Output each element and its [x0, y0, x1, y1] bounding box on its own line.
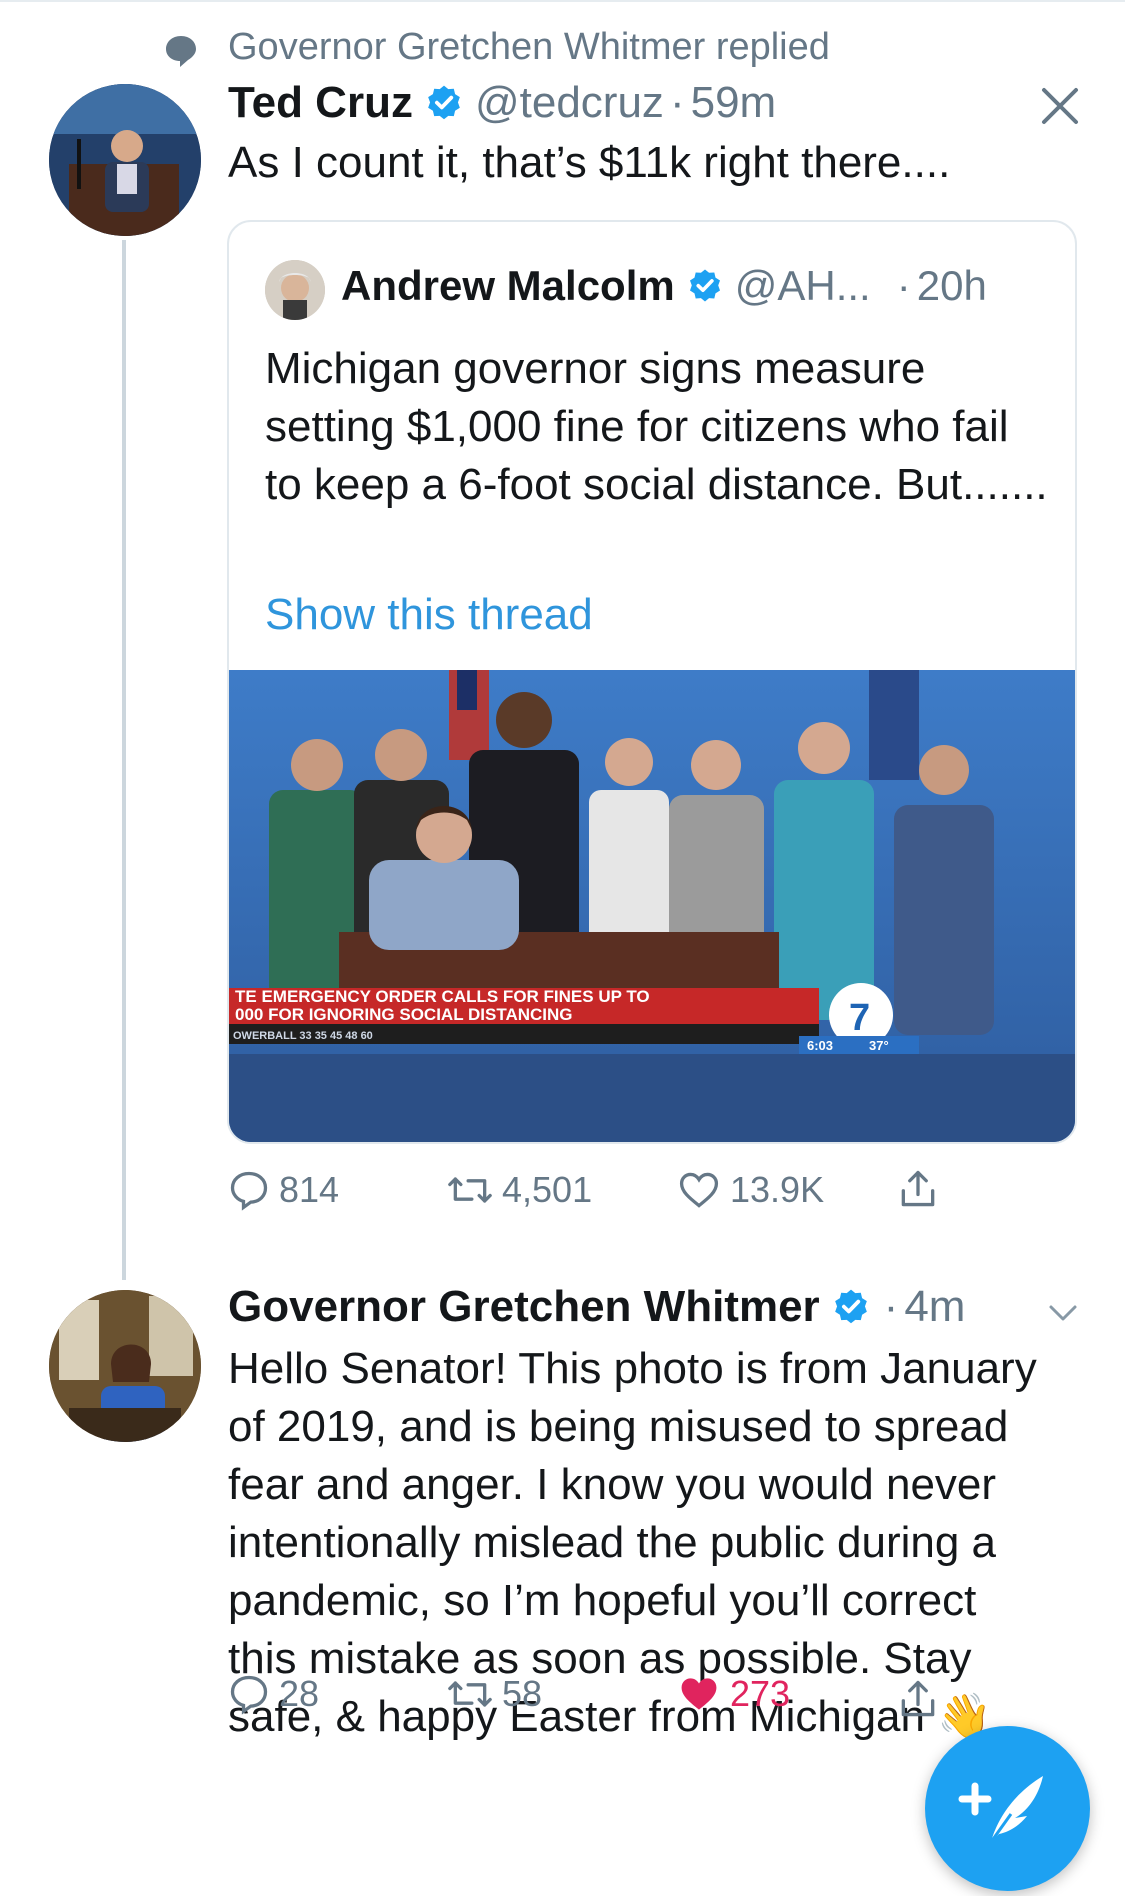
like-icon — [679, 1172, 719, 1208]
retweet-count: 4,501 — [502, 1169, 593, 1210]
author-name[interactable]: Ted Cruz — [228, 78, 413, 128]
avatar[interactable] — [49, 84, 201, 236]
tweet-time[interactable]: 59m — [691, 78, 777, 128]
like-count: 13.9K — [730, 1169, 825, 1210]
tweet-time[interactable]: 4m — [904, 1282, 965, 1332]
chyron-line-1: TE EMERGENCY ORDER CALLS FOR FINES UP TO — [235, 987, 650, 1006]
compose-tweet-button[interactable] — [925, 1726, 1090, 1891]
quoted-tweet-image[interactable]: TE EMERGENCY ORDER CALLS FOR FINES UP TO… — [229, 670, 1075, 1142]
quoted-author-name[interactable]: Andrew Malcolm — [341, 262, 675, 310]
retweet-button[interactable]: 58 — [446, 1672, 542, 1716]
quoted-tweet-time[interactable]: 20h — [917, 262, 987, 310]
separator-dot: · — [883, 1282, 899, 1331]
svg-text:7: 7 — [849, 997, 870, 1039]
reply-count: 814 — [279, 1169, 340, 1210]
reply-tweet-text: Hello Senator! This photo is from Januar… — [228, 1344, 1037, 1741]
retweet-button[interactable]: 4,501 — [446, 1168, 592, 1212]
separator-dot: · — [896, 262, 911, 309]
compose-tweet-icon — [958, 1776, 1043, 1843]
like-button[interactable]: 13.9K — [676, 1168, 824, 1212]
quoted-tweet-header: Andrew Malcolm @AH... · 20h — [341, 262, 987, 310]
share-button[interactable] — [896, 1166, 948, 1212]
thread-line — [122, 240, 126, 1280]
avatar-image — [265, 260, 325, 320]
avatar[interactable] — [49, 1290, 201, 1442]
quoted-tweet-text: Michigan governor signs measure setting … — [265, 344, 1048, 509]
top-divider — [0, 0, 1125, 2]
quoted-author-handle[interactable]: @AH... — [735, 262, 871, 310]
reply-context[interactable]: Governor Gretchen Whitmer replied — [228, 26, 830, 69]
author-name[interactable]: Governor Gretchen Whitmer — [228, 1282, 820, 1332]
verified-badge-icon — [689, 269, 720, 302]
chevron-down-icon[interactable] — [1046, 1296, 1080, 1330]
tweet-text: As I count it, that’s $11k right there..… — [228, 138, 951, 187]
close-icon[interactable] — [1040, 86, 1080, 126]
verified-badge-icon — [834, 1289, 867, 1324]
avatar-image — [49, 84, 201, 236]
quoted-avatar[interactable] — [265, 260, 325, 320]
share-icon — [901, 1170, 935, 1207]
reply-icon — [230, 1171, 268, 1211]
chyron-ticker: OWERBALL 33 35 45 48 60 — [233, 1030, 373, 1042]
like-count: 273 — [730, 1673, 791, 1714]
separator-dot: · — [669, 78, 685, 127]
speech-bubble-icon — [166, 36, 196, 67]
news-broadcast-image: TE EMERGENCY ORDER CALLS FOR FINES UP TO… — [229, 670, 1075, 1142]
retweet-icon — [448, 1681, 492, 1707]
retweet-count: 58 — [502, 1673, 543, 1714]
chyron-line-2: 000 FOR IGNORING SOCIAL DISTANCING — [235, 1005, 573, 1024]
reply-button[interactable]: 814 — [227, 1168, 339, 1212]
broadcast-clock: 6:03 — [807, 1038, 833, 1053]
show-thread-link[interactable]: Show this thread — [265, 590, 593, 640]
reply-button[interactable]: 28 — [227, 1672, 319, 1716]
avatar-image — [49, 1290, 201, 1442]
author-handle[interactable]: @tedcruz — [475, 78, 664, 128]
broadcast-temp: 37° — [869, 1038, 889, 1053]
retweet-icon — [448, 1177, 492, 1203]
share-icon — [901, 1680, 935, 1717]
quoted-tweet-card[interactable]: Andrew Malcolm @AH... · 20h Michigan gov… — [227, 220, 1077, 1144]
like-icon — [681, 1678, 717, 1710]
verified-badge-icon — [428, 85, 460, 120]
reply-count: 28 — [279, 1673, 320, 1714]
tweet-header: Ted Cruz @tedcruz · 59m — [228, 78, 776, 128]
like-button[interactable]: 273 — [676, 1672, 790, 1716]
share-button[interactable] — [896, 1676, 948, 1722]
reply-tweet-header: Governor Gretchen Whitmer · 4m — [228, 1282, 965, 1332]
reply-icon — [230, 1675, 268, 1715]
